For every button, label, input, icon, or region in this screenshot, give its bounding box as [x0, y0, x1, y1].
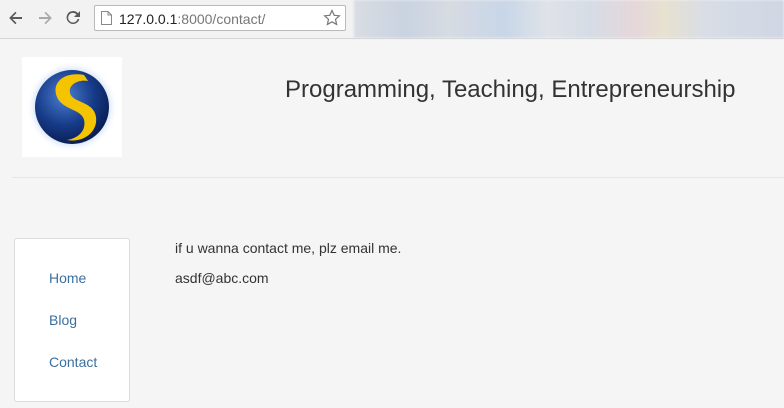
site-logo[interactable] — [22, 57, 122, 157]
forward-arrow-icon — [39, 11, 52, 25]
url-text[interactable]: 127.0.0.1:8000/contact/ — [119, 11, 265, 27]
page-icon — [101, 11, 112, 25]
contact-message: if u wanna contact me, plz email me. — [175, 240, 402, 256]
url-host: 127.0.0.1 — [119, 11, 178, 27]
sidebar: Home Blog Contact — [14, 238, 130, 402]
logo-graphic — [26, 61, 118, 153]
forward-button[interactable] — [36, 9, 54, 27]
sidebar-item-home[interactable]: Home — [49, 270, 86, 286]
sidebar-item-contact[interactable]: Contact — [49, 354, 97, 370]
back-arrow-icon — [9, 11, 22, 25]
back-button[interactable] — [7, 9, 25, 27]
blurred-bookmarks-area — [354, 0, 784, 38]
bookmark-star-icon[interactable] — [323, 9, 341, 27]
reload-icon — [66, 10, 80, 24]
sidebar-item-blog[interactable]: Blog — [49, 312, 77, 328]
page-title: Programming, Teaching, Entrepreneurship — [285, 76, 736, 103]
contact-email: asdf@abc.com — [175, 270, 269, 286]
address-bar[interactable]: 127.0.0.1:8000/contact/ — [94, 5, 346, 31]
header-divider — [12, 177, 784, 178]
url-path: :8000/contact/ — [177, 11, 266, 27]
browser-toolbar: 127.0.0.1:8000/contact/ — [0, 0, 784, 39]
reload-button[interactable] — [64, 9, 82, 27]
